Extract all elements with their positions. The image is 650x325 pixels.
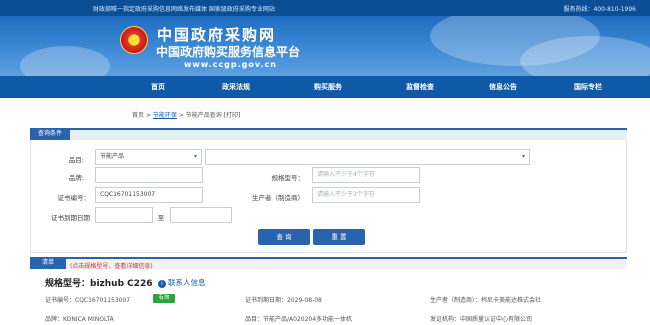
issuer-value: 发证机构：中国质量认证中心有限公司 <box>430 316 533 323</box>
nav-item-supervision[interactable]: 监督检查 <box>380 76 460 98</box>
site-url: www.ccgp.gov.cn <box>184 60 277 69</box>
brand-value: 品牌：KONICA MINOLTA <box>45 316 114 323</box>
expiry-date-from[interactable] <box>95 207 153 223</box>
national-emblem-icon: ★ <box>120 26 148 54</box>
info-icon: i <box>158 280 166 288</box>
breadcrumb: 首页 > 节能环保 > 节能产品查询 [打印] <box>132 112 241 119</box>
expiry-date-to[interactable] <box>170 207 232 223</box>
chevron-down-icon: ▾ <box>521 153 525 160</box>
site-notice: 财政部唯一指定政府采购信息网络发布媒体 国家级政府采购专业网站 <box>93 6 275 13</box>
expiry-date-label: 证书到期日期 <box>51 214 90 222</box>
main-nav: 首页 政采法规 购买服务 监督检查 信息公告 国际专栏 <box>0 76 650 98</box>
print-link[interactable]: [打印] <box>224 112 241 119</box>
breadcrumb-home[interactable]: 首页 <box>132 112 144 119</box>
product-category-value: 品目：节能产品/A020204多功能一体机 <box>245 316 353 323</box>
reset-button[interactable]: 重 置 <box>313 229 365 245</box>
query-panel-header: 查询条件 <box>30 128 627 140</box>
cert-number-label: 证书编号： <box>57 194 91 202</box>
subcategory-select[interactable]: ▾ <box>205 149 530 165</box>
search-button[interactable]: 查 询 <box>258 229 310 245</box>
site-subtitle: 中国政府购买服务信息平台 <box>156 45 301 59</box>
model-input[interactable]: 请输入不少于4个字符 <box>312 167 420 183</box>
category-label: 品目: <box>68 156 84 164</box>
nav-item-purchase-services[interactable]: 购买服务 <box>288 76 368 98</box>
contact-info-link[interactable]: i 联系人信息 <box>158 277 206 288</box>
chevron-down-icon: ▾ <box>193 153 197 160</box>
model-label: 规格型号： <box>271 174 305 182</box>
nav-item-announcements[interactable]: 信息公告 <box>463 76 543 98</box>
service-hotline: 服务热线：400-810-1996 <box>563 6 636 13</box>
maker-value: 生产者（制造商）：柯尼卡美能达株式会社 <box>430 297 542 304</box>
maker-label: 生产者（制造商） <box>252 194 304 202</box>
nav-item-international[interactable]: 国际专栏 <box>548 76 628 98</box>
list-tab: 清单 <box>30 257 66 269</box>
status-badge: 有效 <box>153 294 175 303</box>
nav-item-regulations[interactable]: 政采法规 <box>196 76 276 98</box>
site-title[interactable]: 中国政府采购网 <box>157 24 276 45</box>
cloud-decoration <box>20 46 110 76</box>
maker-input[interactable]: 请输入不少于3个字符 <box>312 187 420 203</box>
cert-number-input[interactable]: CQC16701153007 <box>95 187 203 203</box>
to-label: 至 <box>157 214 165 222</box>
breadcrumb-energy[interactable]: 节能环保 <box>153 112 177 119</box>
breadcrumb-current: 节能产品查询 <box>185 112 222 119</box>
site-banner: ★ 中国政府采购网 中国政府购买服务信息平台 www.ccgp.gov.cn <box>0 16 650 76</box>
query-tab: 查询条件 <box>30 128 70 140</box>
top-strip: 财政部唯一指定政府采购信息网络发布媒体 国家级政府采购专业网站 服务热线：400… <box>0 0 650 16</box>
model-title-link[interactable]: 规格型号：bizhub C226 <box>45 276 153 289</box>
brand-label: 品牌: <box>68 174 84 182</box>
list-header: 清单 (点击规格型号，查看详细信息) <box>30 257 627 270</box>
category-select[interactable]: 节能产品 ▾ <box>95 149 202 165</box>
list-hint: (点击规格型号，查看详细信息) <box>70 263 153 270</box>
expiry-value: 证书到期日期：2029-08-08 <box>245 297 322 304</box>
brand-input[interactable] <box>95 167 203 183</box>
nav-item-home[interactable]: 首页 <box>118 76 198 98</box>
cert-number-value: 证书编号：CQC16701153007 <box>45 297 131 304</box>
